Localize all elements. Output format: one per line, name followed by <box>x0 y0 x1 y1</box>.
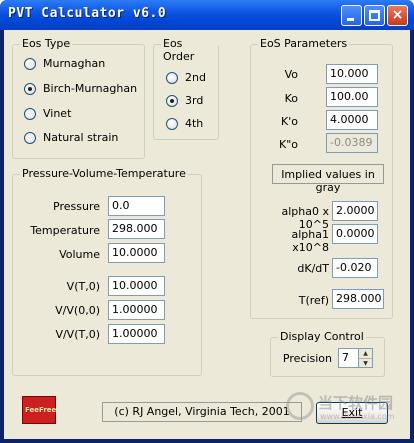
window-title: PVT Calculator v6.0 <box>8 6 167 21</box>
alpha1-field[interactable]: 0.0000 <box>332 224 378 244</box>
watermark-url: www.downxia.com <box>320 412 395 421</box>
pressure-field[interactable]: 0.0 <box>108 196 165 216</box>
temperature-label: Temperature <box>30 224 100 237</box>
maximize-button[interactable] <box>364 5 385 26</box>
radio-label: 3rd <box>185 94 204 107</box>
radio-order-3rd[interactable]: 3rd <box>166 94 203 107</box>
dkdt-label: dK/dT <box>297 262 329 275</box>
spin-up-icon[interactable]: ▲ <box>359 349 372 358</box>
kdoubleprime-o-field: -0.0389 <box>326 133 378 153</box>
close-icon: × <box>391 7 404 23</box>
vo-label: Vo <box>284 68 298 81</box>
kdoubleprime-o-label: K"o <box>278 138 298 151</box>
volume-label: Volume <box>59 248 100 261</box>
app-logo: FeeFree <box>22 396 56 424</box>
title-bar[interactable]: PVT Calculator v6.0 × <box>0 0 414 30</box>
v-ratio-00-label: V/V(0,0) <box>55 304 100 317</box>
volume-field[interactable]: 10.0000 <box>108 243 165 263</box>
display-control-label: Display Control <box>278 330 366 343</box>
dkdt-field[interactable]: -0.020 <box>332 258 378 278</box>
radio-icon <box>166 117 178 130</box>
radio-label: Murnaghan <box>43 57 106 70</box>
alpha0-field[interactable]: 2.0000 <box>332 201 378 221</box>
radio-order-4th[interactable]: 4th <box>166 117 203 130</box>
radio-icon <box>24 107 36 120</box>
pressure-label: Pressure <box>53 200 100 213</box>
watermark: 当下软件园 www.downxia.com <box>286 388 406 428</box>
maximize-icon <box>369 10 380 21</box>
copyright-label: (c) RJ Angel, Virginia Tech, 2001 <box>102 402 302 422</box>
tref-field[interactable]: 298.000 <box>332 289 384 309</box>
minimize-button[interactable] <box>341 5 362 26</box>
spin-down-icon[interactable]: ▼ <box>359 358 372 367</box>
watermark-logo-icon <box>286 392 314 420</box>
v-ratio-t0-label: V/V(T,0) <box>55 328 100 341</box>
v-ratio-00-field[interactable]: 1.00000 <box>108 300 165 320</box>
vo-field[interactable]: 10.000 <box>326 64 378 84</box>
alpha1-label: alpha1 x10^8 <box>291 228 330 254</box>
radio-label: 2nd <box>185 71 206 84</box>
tref-label: T(ref) <box>298 294 329 307</box>
v-t0-field[interactable]: 10.0000 <box>108 276 165 296</box>
eos-order-label: Eos Order <box>161 37 218 63</box>
ko-label: Ko <box>284 92 298 105</box>
kprime-o-field[interactable]: 4.0000 <box>326 110 378 130</box>
radio-natural-strain[interactable]: Natural strain <box>24 131 118 144</box>
radio-order-2nd[interactable]: 2nd <box>166 71 206 84</box>
radio-selected-icon <box>24 82 36 95</box>
minimize-icon <box>347 18 354 21</box>
radio-selected-icon <box>166 94 178 107</box>
radio-icon <box>24 57 36 70</box>
close-button[interactable]: × <box>387 5 408 26</box>
watermark-title: 当下软件园 <box>318 394 394 412</box>
pvt-label: Pressure-Volume-Temperature <box>20 167 188 180</box>
radio-vinet[interactable]: Vinet <box>24 107 71 120</box>
radio-label: 4th <box>185 117 204 130</box>
precision-field[interactable]: 7 <box>338 348 359 368</box>
precision-spinner[interactable]: ▲ ▼ <box>359 348 373 368</box>
radio-murnaghan[interactable]: Murnaghan <box>24 57 105 70</box>
ko-field[interactable]: 100.00 <box>326 87 378 107</box>
eos-type-label: Eos Type <box>20 37 73 50</box>
radio-icon <box>166 71 178 84</box>
eos-parameters-label: EoS Parameters <box>258 37 350 50</box>
logo-text: FeeFree <box>25 406 57 414</box>
radio-birch-murnaghan[interactable]: Birch-Murnaghan <box>24 82 137 95</box>
precision-label: Precision <box>282 352 332 365</box>
implied-values-note: Implied values in gray <box>272 164 384 194</box>
kprime-o-label: K'o <box>281 115 298 128</box>
v-t0-label: V(T,0) <box>66 280 100 293</box>
radio-label: Natural strain <box>43 131 119 144</box>
app-window: PVT Calculator v6.0 × Eos Type Murnaghan… <box>0 0 414 443</box>
temperature-field[interactable]: 298.000 <box>108 219 165 239</box>
radio-label: Vinet <box>43 107 72 120</box>
radio-label: Birch-Murnaghan <box>43 82 138 95</box>
radio-icon <box>24 131 36 144</box>
client-area: Eos Type Murnaghan Birch-Murnaghan Vinet… <box>4 30 410 439</box>
v-ratio-t0-field[interactable]: 1.00000 <box>108 324 165 344</box>
